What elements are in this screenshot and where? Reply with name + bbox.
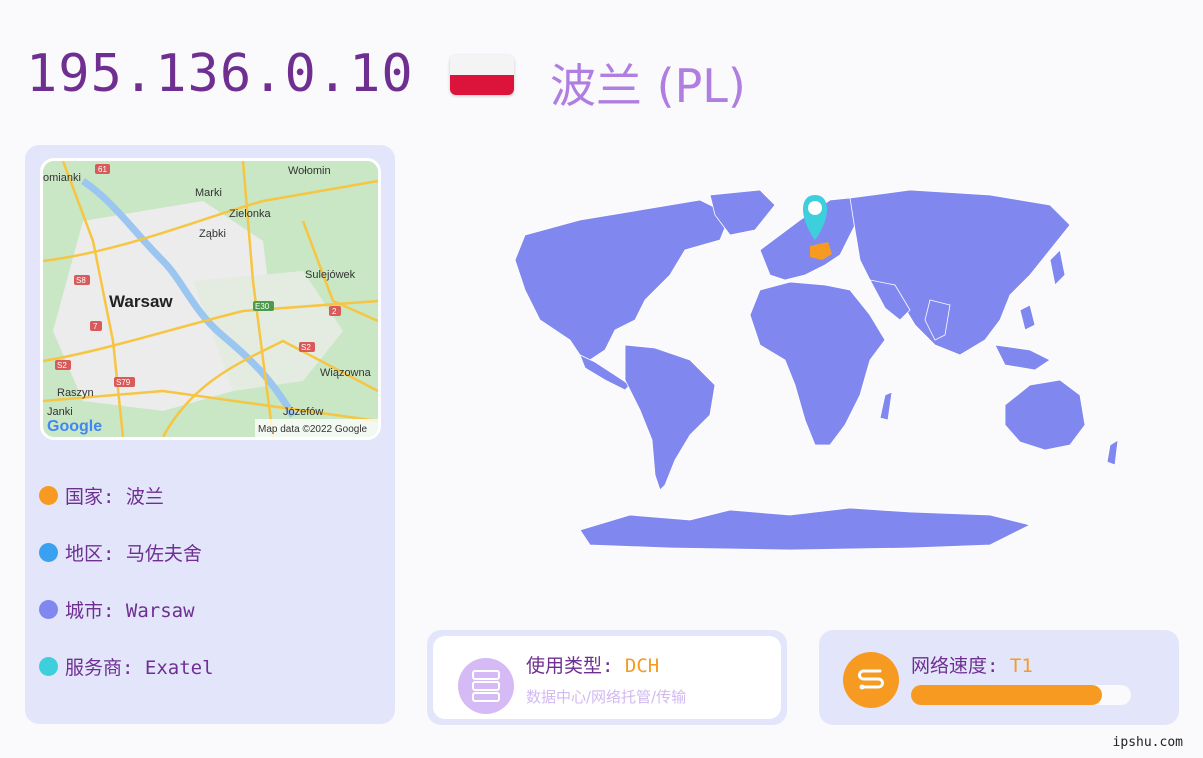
- location-panel: omianki Wołomin Marki Zielonka Ząbki Sul…: [25, 145, 395, 724]
- map-label: Zielonka: [229, 208, 271, 220]
- map-label: Wołomin: [288, 165, 331, 177]
- map-attribution: Map data ©2022 Google: [258, 424, 368, 435]
- city-label: 城市: Warsaw: [65, 600, 195, 622]
- road-badge: S79: [116, 378, 131, 387]
- usage-type-label: 使用类型: DCH: [526, 655, 660, 677]
- usage-type-card: 使用类型: DCH 数据中心/网络托管/传输: [427, 630, 787, 725]
- network-speed-card: 网络速度: T1: [819, 630, 1179, 725]
- map-label: Józefów: [283, 406, 323, 418]
- speed-icon: [843, 652, 899, 708]
- region-label: 地区: 马佐夫舍: [65, 543, 202, 565]
- region-dot-icon: [39, 543, 58, 562]
- server-icon: [458, 658, 514, 714]
- road-badge: 2: [332, 307, 337, 316]
- map-label: Raszyn: [57, 387, 94, 399]
- isp-label: 服务商: Exatel: [65, 657, 214, 679]
- map-label: Ząbki: [199, 228, 226, 240]
- google-logo: Google: [47, 418, 102, 435]
- info-city: 城市: Warsaw: [39, 581, 214, 638]
- watermark: ipshu.com: [1112, 735, 1183, 750]
- world-map: [430, 180, 1150, 560]
- map-label: Marki: [195, 187, 222, 199]
- road-badge: E30: [255, 302, 270, 311]
- road-badge: 7: [93, 322, 98, 331]
- usage-type-value: DCH: [624, 655, 660, 677]
- road-badge: S8: [76, 276, 86, 285]
- map-label: Janki: [47, 406, 73, 418]
- network-speed-label: 网络速度: T1: [911, 655, 1033, 677]
- map-label: Wiązowna: [320, 367, 372, 379]
- speed-bar-fill: [911, 685, 1103, 705]
- map-label: Sulejówek: [305, 269, 356, 281]
- usage-type-description: 数据中心/网络托管/传输: [526, 688, 687, 706]
- info-list: 国家: 波兰 地区: 马佐夫舍 城市: Warsaw 服务商: Exatel: [39, 467, 214, 695]
- city-map[interactable]: omianki Wołomin Marki Zielonka Ząbki Sul…: [40, 158, 381, 440]
- speed-bar: [911, 685, 1131, 705]
- road-badge: S2: [57, 361, 67, 370]
- map-label: Warsaw: [109, 292, 173, 311]
- map-label: omianki: [43, 172, 81, 184]
- ip-address: 195.136.0.10: [26, 44, 414, 104]
- info-isp: 服务商: Exatel: [39, 638, 214, 695]
- country-dot-icon: [39, 486, 58, 505]
- network-speed-value: T1: [1009, 655, 1033, 677]
- info-country: 国家: 波兰: [39, 467, 214, 524]
- city-dot-icon: [39, 600, 58, 619]
- info-region: 地区: 马佐夫舍: [39, 524, 214, 581]
- country-title: 波兰 (PL): [550, 59, 746, 113]
- road-badge: S2: [301, 343, 311, 352]
- country-label: 国家: 波兰: [65, 486, 164, 508]
- road-badge: 61: [98, 165, 107, 174]
- isp-dot-icon: [39, 657, 58, 676]
- poland-flag-icon: [450, 55, 514, 95]
